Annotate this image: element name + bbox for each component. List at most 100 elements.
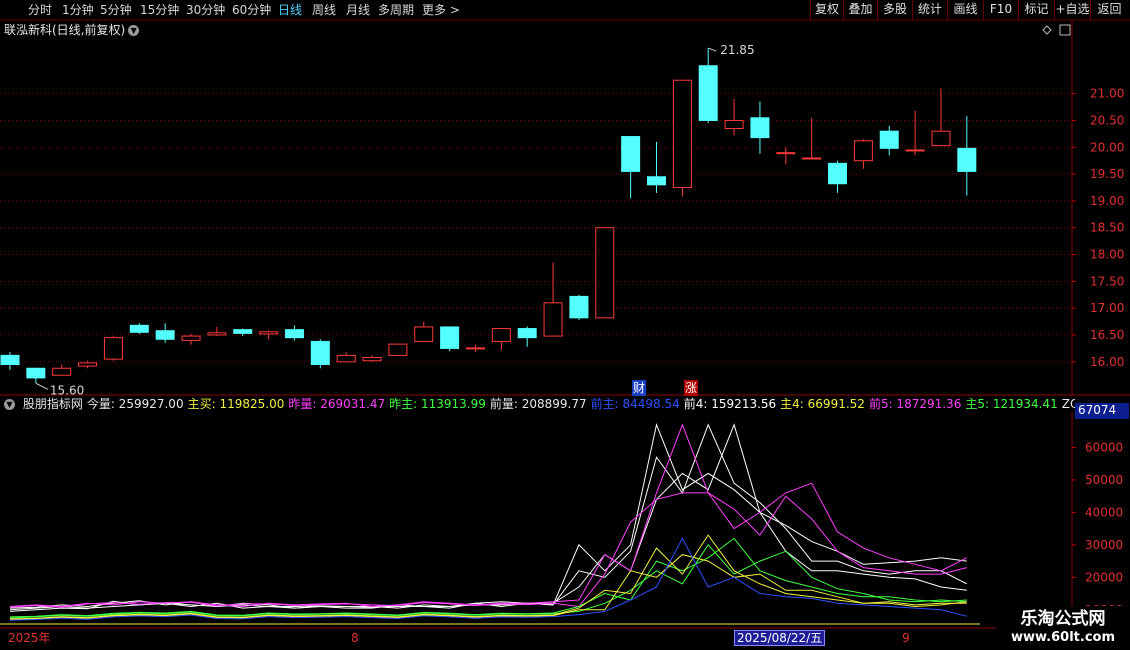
limit-up-tag[interactable]: 涨 <box>684 380 698 396</box>
candle <box>517 326 537 347</box>
toolbar-button-3[interactable]: 统计 <box>912 0 947 20</box>
candle <box>698 48 718 124</box>
candle <box>284 325 304 341</box>
indicator-tick-label: 40000 <box>1085 505 1123 519</box>
candle <box>957 116 977 196</box>
candle <box>724 99 744 136</box>
indicator-field-8: 前5: 187291.36 <box>868 397 962 411</box>
watermark: 乐淘公式网 www.60lt.com <box>996 606 1130 650</box>
candle <box>259 330 279 340</box>
period-tab-4[interactable]: 30分钟 <box>186 2 225 18</box>
candle <box>0 352 20 370</box>
candle <box>465 344 485 353</box>
price-tick-label: 17.50 <box>1090 274 1124 288</box>
candle <box>207 326 227 337</box>
candle <box>543 262 563 337</box>
indicator-field-0: 今量: 259927.00 <box>86 397 184 411</box>
candle <box>802 117 822 160</box>
toolbar-button-7[interactable]: +自选 <box>1054 0 1090 20</box>
period-tab-6[interactable]: 日线 <box>278 2 302 18</box>
period-tab-2[interactable]: 5分钟 <box>100 2 132 18</box>
period-tab-5[interactable]: 60分钟 <box>232 2 271 18</box>
watermark-url: www.60lt.com <box>1010 630 1116 645</box>
indicator-header: ▼ 股朋指标网 今量: 259927.00 主买: 119825.00 昨量: 269… <box>0 396 1075 413</box>
candle <box>129 323 149 334</box>
date-month-9-label: 9 <box>902 631 910 645</box>
toolbar-button-5[interactable]: F10 <box>983 0 1018 20</box>
indicator-field-4: 前量: 208899.77 <box>489 397 587 411</box>
price-tick-label: 21.00 <box>1090 87 1124 101</box>
price-tick-label: 20.50 <box>1090 113 1124 127</box>
indicator-name: 股朋指标网 <box>19 397 83 411</box>
indicator-field-10: ZO: 20.01 <box>1061 397 1075 411</box>
indicator-series-line <box>9 543 967 619</box>
toolbar-button-0[interactable]: 复权 <box>810 0 843 20</box>
toolbar-button-6[interactable]: 标记 <box>1018 0 1054 20</box>
indicator-series-line <box>9 423 968 612</box>
indicator-tick-label: 50000 <box>1085 473 1123 487</box>
indicator-tick-label: 20000 <box>1085 570 1123 584</box>
candle <box>647 141 666 193</box>
candle <box>672 79 692 197</box>
indicator-series-line <box>9 422 967 609</box>
toolbar-button-8[interactable]: 返回 <box>1090 0 1128 20</box>
candle <box>853 139 873 169</box>
panel-maximize-icon <box>1059 24 1071 36</box>
period-tab-10[interactable]: 更多 > <box>422 2 460 18</box>
price-tick-label: 20.00 <box>1090 140 1124 154</box>
date-axis: 2025年 8 2025/08/22/五 9 <box>0 630 1130 650</box>
indicator-field-2: 昨量: 269031.47 <box>288 397 386 411</box>
price-tick-label: 16.50 <box>1090 328 1124 342</box>
price-tick-label: 17.00 <box>1090 301 1124 315</box>
candle <box>828 160 848 193</box>
indicator-series-line <box>9 537 967 621</box>
price-tick-label: 18.00 <box>1090 248 1124 262</box>
indicator-series-line <box>9 534 967 620</box>
price-tick-label: 18.50 <box>1090 221 1124 235</box>
indicator-chart[interactable]: 600005000040000300002000010000 <box>0 412 1130 630</box>
candle <box>750 101 770 154</box>
indicator-field-9: 主5: 121934.41 <box>965 397 1058 411</box>
high-price-label: 21.85 <box>720 43 754 57</box>
indicator-field-7: 主4: 66991.52 <box>780 397 865 411</box>
period-tab-9[interactable]: 多周期 <box>378 2 414 18</box>
candle <box>336 352 356 363</box>
price-tick-label: 16.00 <box>1090 355 1124 369</box>
candle <box>414 321 434 342</box>
candle <box>52 364 72 376</box>
toolbar-button-2[interactable]: 多股 <box>877 0 912 20</box>
candle <box>905 110 925 156</box>
period-tab-3[interactable]: 15分钟 <box>140 2 179 18</box>
period-tab-0[interactable]: 分时 <box>28 2 52 18</box>
watermark-title: 乐淘公式网 <box>1020 609 1106 629</box>
candle <box>776 147 796 165</box>
candle <box>569 294 589 320</box>
period-tab-1[interactable]: 1分钟 <box>62 2 94 18</box>
period-tab-7[interactable]: 周线 <box>312 2 336 18</box>
indicator-menu-icon[interactable]: ▼ <box>4 399 15 410</box>
price-chart[interactable]: 21.00 20.50 20.00 19.50 19.00 18.50 18.00 17.50… <box>0 20 1130 396</box>
candle <box>181 333 201 345</box>
candle <box>362 355 382 362</box>
price-tick-label: 19.00 <box>1090 194 1124 208</box>
indicator-tick-label: 60000 <box>1085 440 1123 454</box>
candle <box>621 136 641 199</box>
date-month-8-label: 8 <box>351 631 359 645</box>
candle <box>310 339 330 369</box>
period-tab-8[interactable]: 月线 <box>346 2 370 18</box>
indicator-field-5: 前主: 84498.54 <box>590 397 680 411</box>
indicator-series-line <box>9 423 968 608</box>
candle <box>440 326 460 352</box>
toolbar-button-1[interactable]: 叠加 <box>843 0 877 20</box>
high-marker <box>708 47 717 52</box>
indicator-field-3: 昨主: 113913.99 <box>389 397 486 411</box>
indicator-field-1: 主买: 119825.00 <box>187 397 285 411</box>
candle <box>879 125 899 156</box>
price-tick-label: 19.50 <box>1090 167 1124 181</box>
panel-diamond-icon <box>1042 25 1052 35</box>
toolbar-button-4[interactable]: 画线 <box>947 0 983 20</box>
candle <box>26 367 46 384</box>
candle <box>103 336 123 361</box>
finance-tag[interactable]: 财 <box>632 380 646 396</box>
low-marker <box>35 382 49 390</box>
